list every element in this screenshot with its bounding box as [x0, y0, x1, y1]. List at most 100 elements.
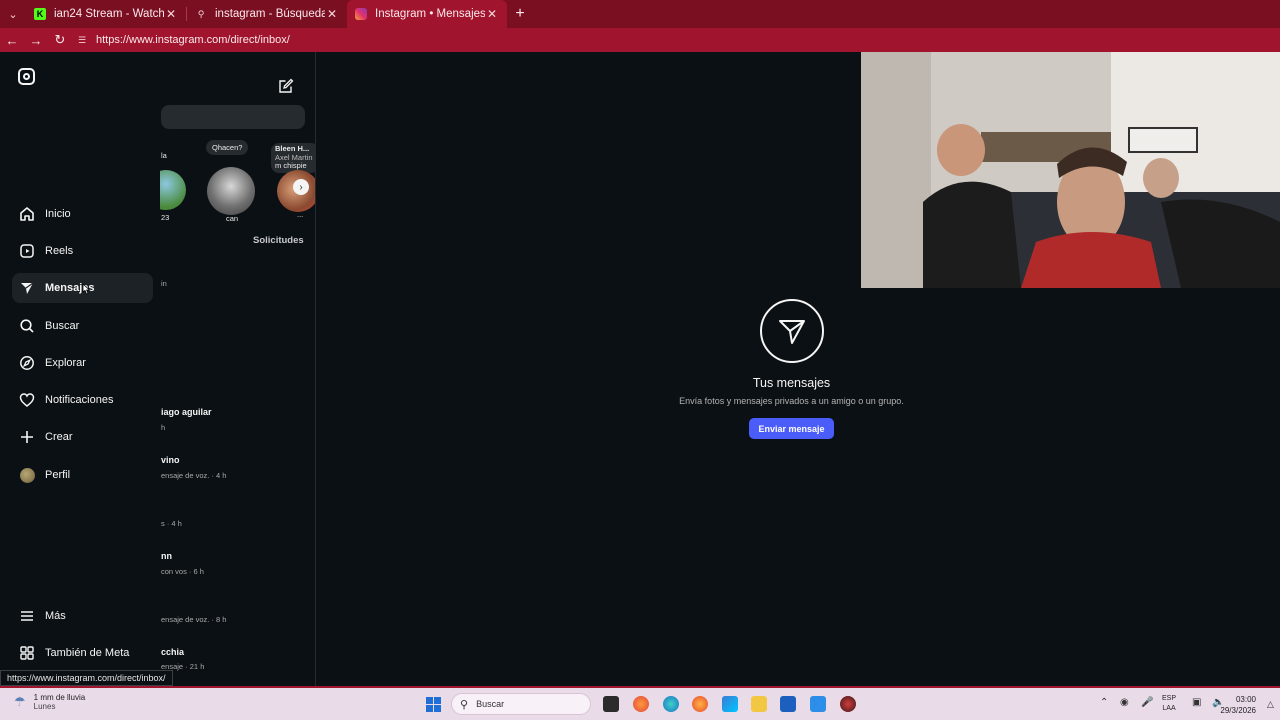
sidebar-item-buscar[interactable]: Buscar — [12, 311, 153, 341]
sidebar-item-label: Notificaciones — [45, 394, 114, 406]
conversation-preview[interactable]: ensaje de voz. · 8 h — [161, 615, 226, 624]
clock-date: 29/3/2026 — [1220, 706, 1256, 715]
language-code: ESP — [1162, 695, 1177, 702]
network-icon[interactable]: ◉ — [1120, 697, 1129, 708]
note-avatar[interactable] — [207, 167, 255, 215]
firefox-alt-icon[interactable] — [692, 696, 708, 712]
compose-icon[interactable] — [278, 78, 294, 94]
tab-instagram[interactable]: Instagram • Mensajes ✕ — [347, 0, 507, 28]
note-bubble: la — [161, 151, 167, 160]
copilot-icon[interactable] — [722, 696, 738, 712]
sidebar-item-label: Buscar — [45, 320, 80, 332]
sidebar-item-mas[interactable]: Más — [12, 601, 153, 631]
sidebar-item-label: Inicio — [45, 208, 71, 220]
conversation-list-panel: la 23 Qhacen? can Bleen H... Axel Martin… — [160, 52, 316, 686]
sidebar-item-label: También de Meta — [45, 647, 130, 659]
sidebar-item-label: Perfil — [45, 469, 71, 481]
monitor-icon[interactable]: ▣ — [1192, 697, 1201, 708]
avatar — [12, 467, 42, 483]
reload-icon[interactable]: ↻ — [48, 32, 72, 48]
search-input[interactable] — [161, 105, 305, 129]
conversation-preview: h — [161, 423, 166, 432]
sidebar-item-crear[interactable]: Crear — [12, 422, 153, 452]
system-clock[interactable]: 03:00 29/3/2026 — [1220, 694, 1256, 716]
keyboard-layout: LAA — [1162, 705, 1176, 712]
close-icon[interactable]: ✕ — [164, 7, 178, 21]
close-icon[interactable]: ✕ — [485, 7, 499, 21]
note-bubble: Bleen H... Axel Martin m chispie — [271, 143, 315, 173]
sidebar-item-label: Explorar — [45, 357, 86, 369]
weather-widget[interactable]: ☂ 1 mm de lluvia Lunes — [14, 693, 85, 711]
url-text: https://www.instagram.com/direct/inbox/ — [96, 34, 290, 46]
site-info-icon[interactable]: ☰ — [78, 35, 92, 45]
conversation-name[interactable]: iago aguilar — [161, 407, 212, 417]
note-bubble: Qhacen? — [206, 140, 249, 155]
microphone-icon[interactable]: 🎤 — [1141, 697, 1153, 708]
sidebar-item-label: Más — [45, 610, 66, 622]
conversation-preview[interactable]: in — [161, 279, 167, 288]
reels-icon — [12, 243, 42, 259]
sidebar-item-mensajes[interactable]: Mensajes — [12, 273, 153, 303]
sidebar-item-inicio[interactable]: Inicio — [12, 199, 153, 229]
language-indicator[interactable]: ESP LAA — [1162, 694, 1176, 714]
instagram-logo-icon[interactable] — [18, 68, 35, 85]
edge-icon[interactable] — [663, 696, 679, 712]
tab-kick[interactable]: K ian24 Stream - Watch Live on Kick ✕ — [26, 0, 186, 28]
firefox-icon[interactable] — [633, 696, 649, 712]
back-arrow-icon[interactable]: ← — [0, 33, 24, 48]
mail-icon[interactable] — [810, 696, 826, 712]
windows-start-icon[interactable] — [426, 697, 441, 717]
url-field[interactable]: ☰ https://www.instagram.com/direct/inbox… — [78, 31, 898, 49]
tab-title: instagram - Búsqueda — [215, 8, 325, 20]
conversation-name[interactable]: cchia — [161, 647, 184, 657]
close-icon[interactable]: ✕ — [325, 7, 339, 21]
conversation-name[interactable]: nn — [161, 551, 172, 561]
notification-icon[interactable]: △ — [1267, 699, 1274, 710]
sidebar-item-label: Reels — [45, 245, 74, 257]
note-avatar[interactable] — [160, 170, 186, 210]
sidebar-item-explorar[interactable]: Explorar — [12, 348, 153, 378]
sidebar-item-perfil[interactable]: Perfil — [12, 460, 153, 490]
search-icon: ⚲ — [460, 698, 469, 711]
tab-busqueda[interactable]: ⚲ instagram - Búsqueda ✕ — [187, 0, 347, 28]
weather-day: Lunes — [33, 702, 56, 711]
conversation-name[interactable]: vino — [161, 455, 180, 465]
chevron-up-icon[interactable]: ⌃ — [1100, 697, 1108, 708]
rain-cloud-icon: ☂ — [14, 694, 26, 709]
requests-link[interactable]: Solicitudes — [253, 235, 304, 246]
status-bar-url: https://www.instagram.com/direct/inbox/ — [0, 670, 173, 686]
tab-title: ian24 Stream - Watch Live on Kick — [54, 8, 164, 20]
note-username: ... — [297, 210, 304, 219]
webcam-overlay — [861, 52, 1280, 288]
address-bar-row: ← → ↻ ☰ https://www.instagram.com/direct… — [0, 28, 1280, 52]
empty-state-title: Tus mensajes — [752, 376, 831, 390]
app-icon[interactable] — [840, 696, 856, 712]
mouse-cursor-icon — [81, 283, 92, 299]
instagram-app: Inicio Reels Mensajes Buscar Explorar No… — [0, 52, 1280, 686]
menu-icon — [12, 608, 42, 624]
windows-taskbar: ☂ 1 mm de lluvia Lunes ⚲ Buscar ⌃ ◉ 🎤 ES… — [0, 688, 1280, 720]
taskbar-search[interactable]: ⚲ Buscar — [451, 693, 591, 715]
sidebar-item-meta[interactable]: También de Meta — [12, 638, 153, 668]
conversation-preview[interactable]: s · 4 h — [161, 519, 182, 528]
sidebar-item-label: Crear — [45, 431, 73, 443]
conversation-preview: con vos · 6 h — [161, 567, 204, 576]
messenger-icon — [12, 280, 42, 296]
folder-icon[interactable] — [751, 696, 767, 712]
sidebar-item-reels[interactable]: Reels — [12, 236, 153, 266]
tab-list-chevron-icon[interactable]: ⌄ — [0, 0, 26, 28]
new-tab-button[interactable]: + — [507, 5, 533, 23]
store-icon[interactable] — [780, 696, 796, 712]
tab-title: Instagram • Mensajes — [375, 8, 485, 20]
plus-icon — [12, 429, 42, 445]
empty-state-subtitle: Envía fotos y mensajes privados a un ami… — [679, 396, 904, 406]
chevron-right-icon[interactable]: › — [293, 179, 309, 195]
grid-icon — [12, 645, 42, 661]
task-view-icon[interactable] — [603, 696, 619, 712]
search-favicon-icon: ⚲ — [197, 8, 205, 19]
sidebar-item-notificaciones[interactable]: Notificaciones — [12, 385, 153, 415]
send-message-button[interactable]: Enviar mensaje — [749, 418, 834, 439]
search-icon — [12, 318, 42, 334]
kick-favicon-icon: K — [34, 8, 46, 20]
forward-arrow-icon[interactable]: → — [24, 33, 48, 48]
